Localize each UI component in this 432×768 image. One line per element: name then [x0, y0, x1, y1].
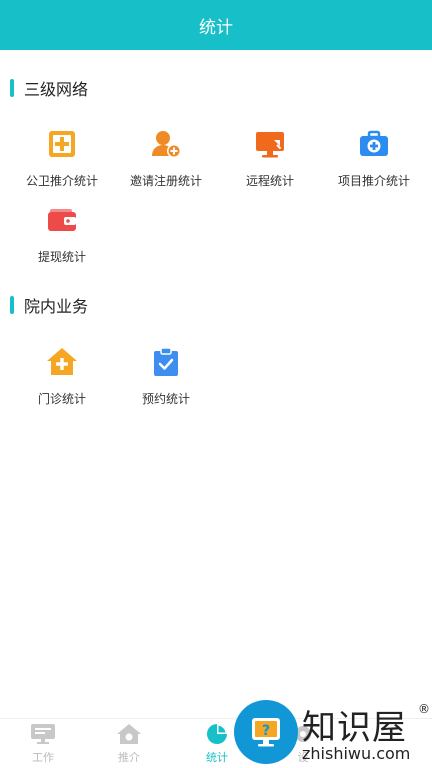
section-title-network: 三级网络 [0, 76, 432, 100]
tab-recommend[interactable]: 推介 [86, 719, 172, 768]
pie-chart-icon [207, 724, 227, 744]
tab-label: 统计 [206, 751, 228, 764]
section-accent-bar [10, 296, 14, 314]
stat-item-label: 预约统计 [141, 392, 190, 406]
stat-item-label: 项目推介统计 [337, 174, 410, 188]
stat-item-label: 远程统计 [245, 174, 294, 188]
stat-item-invite-register[interactable]: 邀请注册统计 [112, 128, 220, 192]
remote-monitor-icon [256, 132, 284, 158]
stat-item-outpatient[interactable]: 门诊统计 [8, 346, 116, 410]
watermark-logo: ? [234, 700, 298, 764]
stat-item-label: 门诊统计 [37, 392, 86, 406]
home-icon [117, 724, 141, 744]
tab-work[interactable]: 工作 [0, 719, 86, 768]
medical-kit-icon [360, 130, 388, 156]
watermark-text: 知识屋 [302, 708, 407, 748]
watermark-domain: zhishiwu.com [302, 744, 411, 763]
page-title: 统计 [199, 17, 233, 38]
wallet-icon [48, 209, 76, 231]
stat-item-public-health[interactable]: 公卫推介统计 [8, 128, 116, 192]
stat-item-label: 公卫推介统计 [25, 174, 98, 188]
section-accent-bar [10, 79, 14, 97]
stat-item-withdraw[interactable]: 提现统计 [8, 204, 116, 268]
tab-label: 推介 [118, 751, 140, 764]
stat-item-appointment[interactable]: 预约统计 [112, 346, 220, 410]
section-title-text: 三级网络 [24, 80, 89, 99]
medical-plus-icon [49, 131, 75, 157]
tab-label: 工作 [32, 751, 54, 764]
page-header: 统计 [0, 0, 432, 50]
svg-text:?: ? [262, 723, 270, 739]
add-user-icon [152, 131, 181, 158]
watermark-registered: ® [418, 702, 430, 716]
section-title-hospital: 院内业务 [0, 293, 432, 317]
section-title-text: 院内业务 [24, 297, 89, 316]
help-monitor-icon: ? [252, 718, 280, 747]
hospital-house-icon [47, 348, 77, 375]
clipboard-check-icon [154, 347, 178, 376]
stat-item-project[interactable]: 项目推介统计 [320, 128, 428, 192]
monitor-icon [31, 724, 55, 744]
stat-item-label: 提现统计 [37, 250, 86, 264]
stat-item-remote[interactable]: 远程统计 [216, 128, 324, 192]
stat-item-label: 邀请注册统计 [129, 174, 202, 188]
